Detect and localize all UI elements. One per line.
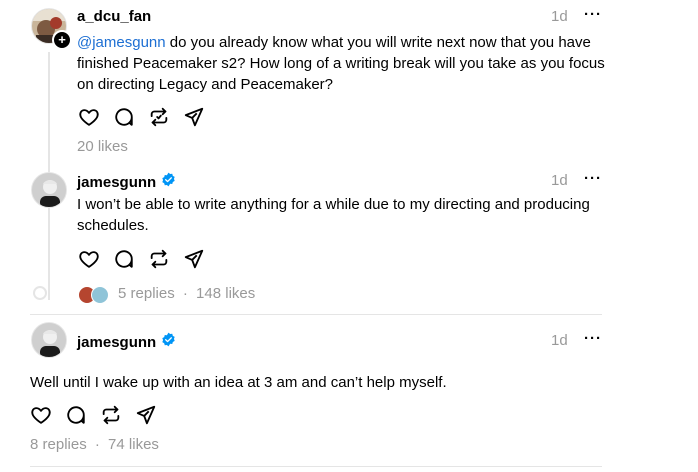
mention-link[interactable]: @jamesgunn xyxy=(77,34,166,51)
divider xyxy=(30,466,602,467)
stat-separator: · xyxy=(94,436,100,453)
comment-icon[interactable] xyxy=(65,404,87,426)
repost-icon[interactable] xyxy=(100,404,122,426)
divider xyxy=(30,314,602,315)
reply-avatars[interactable] xyxy=(78,285,112,304)
more-options-button[interactable]: ··· xyxy=(584,170,602,187)
verified-badge-icon xyxy=(161,332,176,352)
avatar-jamesgunn[interactable] xyxy=(31,172,67,208)
post-actions xyxy=(78,248,218,270)
post-username[interactable]: a_dcu_fan xyxy=(77,8,151,25)
post-actions xyxy=(78,106,218,128)
stat-separator: · xyxy=(182,285,188,302)
post-body: @jamesgunn do you already know what you … xyxy=(77,32,617,95)
send-icon[interactable] xyxy=(135,404,157,426)
likes-count[interactable]: 20 likes xyxy=(77,138,128,155)
repost-icon[interactable] xyxy=(148,248,170,270)
heart-icon[interactable] xyxy=(78,106,100,128)
replies-count[interactable]: 8 replies xyxy=(30,436,87,453)
likes-count[interactable]: 74 likes xyxy=(108,436,159,453)
more-options-button[interactable]: ··· xyxy=(584,330,602,347)
post-actions xyxy=(30,404,170,426)
send-icon[interactable] xyxy=(183,248,205,270)
post-header: jamesgunn xyxy=(77,332,176,352)
likes-count[interactable]: 148 likes xyxy=(196,285,255,302)
send-icon[interactable] xyxy=(183,106,205,128)
reply-avatar xyxy=(91,286,109,304)
post-time: 1d xyxy=(551,8,568,25)
post-time: 1d xyxy=(551,332,568,349)
post-stats: 5 replies · 148 likes xyxy=(118,285,255,302)
post-header: jamesgunn xyxy=(77,172,176,192)
heart-icon[interactable] xyxy=(78,248,100,270)
verified-badge-icon xyxy=(161,172,176,192)
post-text: I won’t be able to write anything for a … xyxy=(77,196,590,234)
post-time: 1d xyxy=(551,172,568,189)
post-text: Well until I wake up with an idea at 3 a… xyxy=(30,374,447,391)
post-stats: 8 replies · 74 likes xyxy=(30,436,159,453)
comment-icon[interactable] xyxy=(113,248,135,270)
post-username[interactable]: jamesgunn xyxy=(77,174,156,191)
thread-end-icon xyxy=(33,286,47,300)
more-options-button[interactable]: ··· xyxy=(584,6,602,23)
avatar-jamesgunn[interactable] xyxy=(31,322,67,358)
post-username[interactable]: jamesgunn xyxy=(77,334,156,351)
follow-plus-icon[interactable]: + xyxy=(52,30,72,50)
repost-icon[interactable] xyxy=(148,106,170,128)
comment-icon[interactable] xyxy=(113,106,135,128)
replies-count[interactable]: 5 replies xyxy=(118,285,175,302)
heart-icon[interactable] xyxy=(30,404,52,426)
